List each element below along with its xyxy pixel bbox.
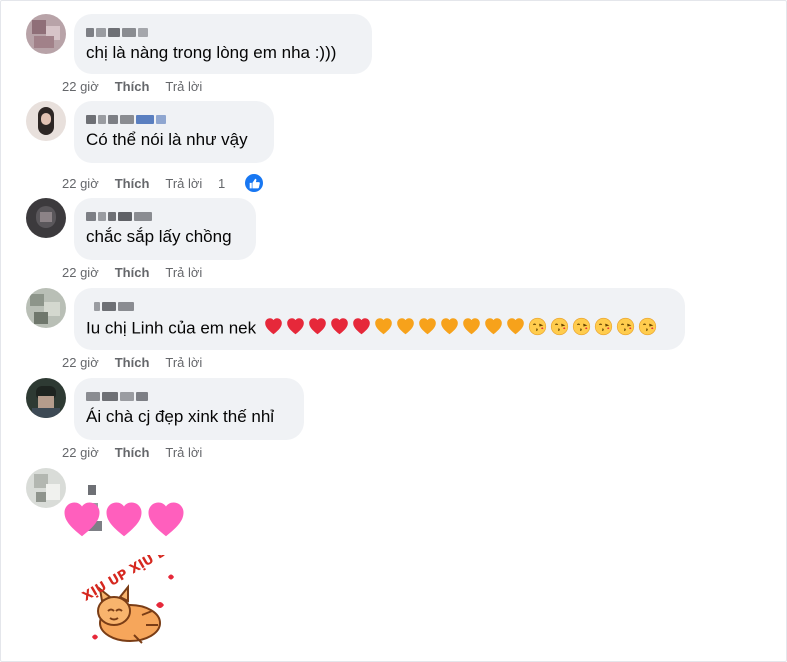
- orange-heart-icon: [462, 317, 481, 341]
- timestamp[interactable]: 22 giờ: [62, 445, 99, 460]
- pink-heart-icon: [62, 500, 102, 545]
- comment-actions: 22 giờ Thích Trả lời: [62, 79, 218, 94]
- red-heart-icon: [308, 317, 327, 341]
- avatar[interactable]: [26, 198, 66, 238]
- reply-button[interactable]: Trả lời: [165, 79, 202, 94]
- timestamp[interactable]: 22 giờ: [62, 176, 99, 191]
- comment-text: chị là nàng trong lòng em nha :))): [86, 43, 337, 62]
- reply-button[interactable]: Trả lời: [165, 355, 202, 370]
- kissing-face-icon: [594, 317, 613, 341]
- kissing-face-icon: [616, 317, 635, 341]
- red-heart-icon: [352, 317, 371, 341]
- author-name-blurred[interactable]: [86, 208, 244, 222]
- author-name-blurred[interactable]: [88, 482, 102, 531]
- reply-button[interactable]: Trả lời: [165, 176, 202, 191]
- reply-button[interactable]: Trả lời: [165, 445, 202, 460]
- kissing-face-icon: [528, 317, 547, 341]
- comment-text: Có thể nói là như vậy: [86, 130, 248, 149]
- author-name-blurred[interactable]: [86, 24, 360, 38]
- comment-text: chắc sắp lấy chồng: [86, 227, 232, 246]
- orange-heart-icon: [418, 317, 437, 341]
- red-heart-icon: [264, 317, 283, 341]
- orange-heart-icon: [506, 317, 525, 341]
- like-button[interactable]: Thích: [115, 176, 150, 191]
- comment-text-content: Iu chị Linh của em nek: [86, 318, 257, 338]
- comment-actions: 22 giờ Thích Trả lời 1: [62, 172, 297, 194]
- comment-text: Ái chà cj đẹp xink thế nhỉ: [86, 407, 275, 426]
- author-name-blurred[interactable]: [94, 298, 673, 312]
- red-heart-icon: [286, 317, 305, 341]
- kissing-face-icon: [572, 317, 591, 341]
- timestamp[interactable]: 22 giờ: [62, 355, 99, 370]
- kissing-face-icon: [638, 317, 657, 341]
- like-button[interactable]: Thích: [115, 355, 150, 370]
- sticker[interactable]: XỊU UP XỊU DOWN!: [72, 523, 207, 656]
- reaction-summary[interactable]: 1: [218, 172, 281, 194]
- comment-bubble: chị là nàng trong lòng em nha :))): [74, 14, 372, 74]
- reaction-count: 1: [217, 175, 226, 191]
- avatar[interactable]: [26, 14, 66, 54]
- reply-button[interactable]: Trả lời: [165, 265, 202, 280]
- pink-heart-icon: [104, 500, 144, 545]
- orange-heart-icon: [484, 317, 503, 341]
- comment-actions: 22 giờ Thích Trả lời: [62, 355, 218, 370]
- red-heart-icon: [330, 317, 349, 341]
- like-button[interactable]: Thích: [115, 265, 150, 280]
- timestamp[interactable]: 22 giờ: [62, 265, 99, 280]
- comment-bubble: Có thể nói là như vậy: [74, 101, 274, 163]
- avatar[interactable]: [26, 101, 66, 141]
- orange-heart-icon: [440, 317, 459, 341]
- comment-text: Iu chị Linh của em nek: [86, 317, 673, 341]
- emoji-comment: [62, 500, 188, 545]
- author-name-blurred[interactable]: [86, 388, 292, 402]
- avatar[interactable]: [26, 468, 66, 508]
- pink-heart-icon: [146, 500, 186, 545]
- kissing-face-icon: [550, 317, 569, 341]
- comment-bubble: Ái chà cj đẹp xink thế nhỉ: [74, 378, 304, 440]
- avatar[interactable]: [26, 378, 66, 418]
- author-name-blurred[interactable]: [86, 111, 262, 125]
- thumbs-up-icon: [243, 172, 266, 194]
- like-button[interactable]: Thích: [115, 79, 150, 94]
- avatar[interactable]: [26, 288, 66, 328]
- comment-actions: 22 giờ Thích Trả lời: [62, 445, 218, 460]
- orange-heart-icon: [374, 317, 393, 341]
- emoji-row: [264, 317, 660, 337]
- like-button[interactable]: Thích: [115, 445, 150, 460]
- sticker-text: XỊU UP XỊU DOWN!: [80, 555, 182, 605]
- orange-heart-icon: [396, 317, 415, 341]
- comment-bubble: Iu chị Linh của em nek: [74, 288, 685, 350]
- timestamp[interactable]: 22 giờ: [62, 79, 99, 94]
- comment-actions: 22 giờ Thích Trả lời: [62, 265, 218, 280]
- comment-bubble: chắc sắp lấy chồng: [74, 198, 256, 260]
